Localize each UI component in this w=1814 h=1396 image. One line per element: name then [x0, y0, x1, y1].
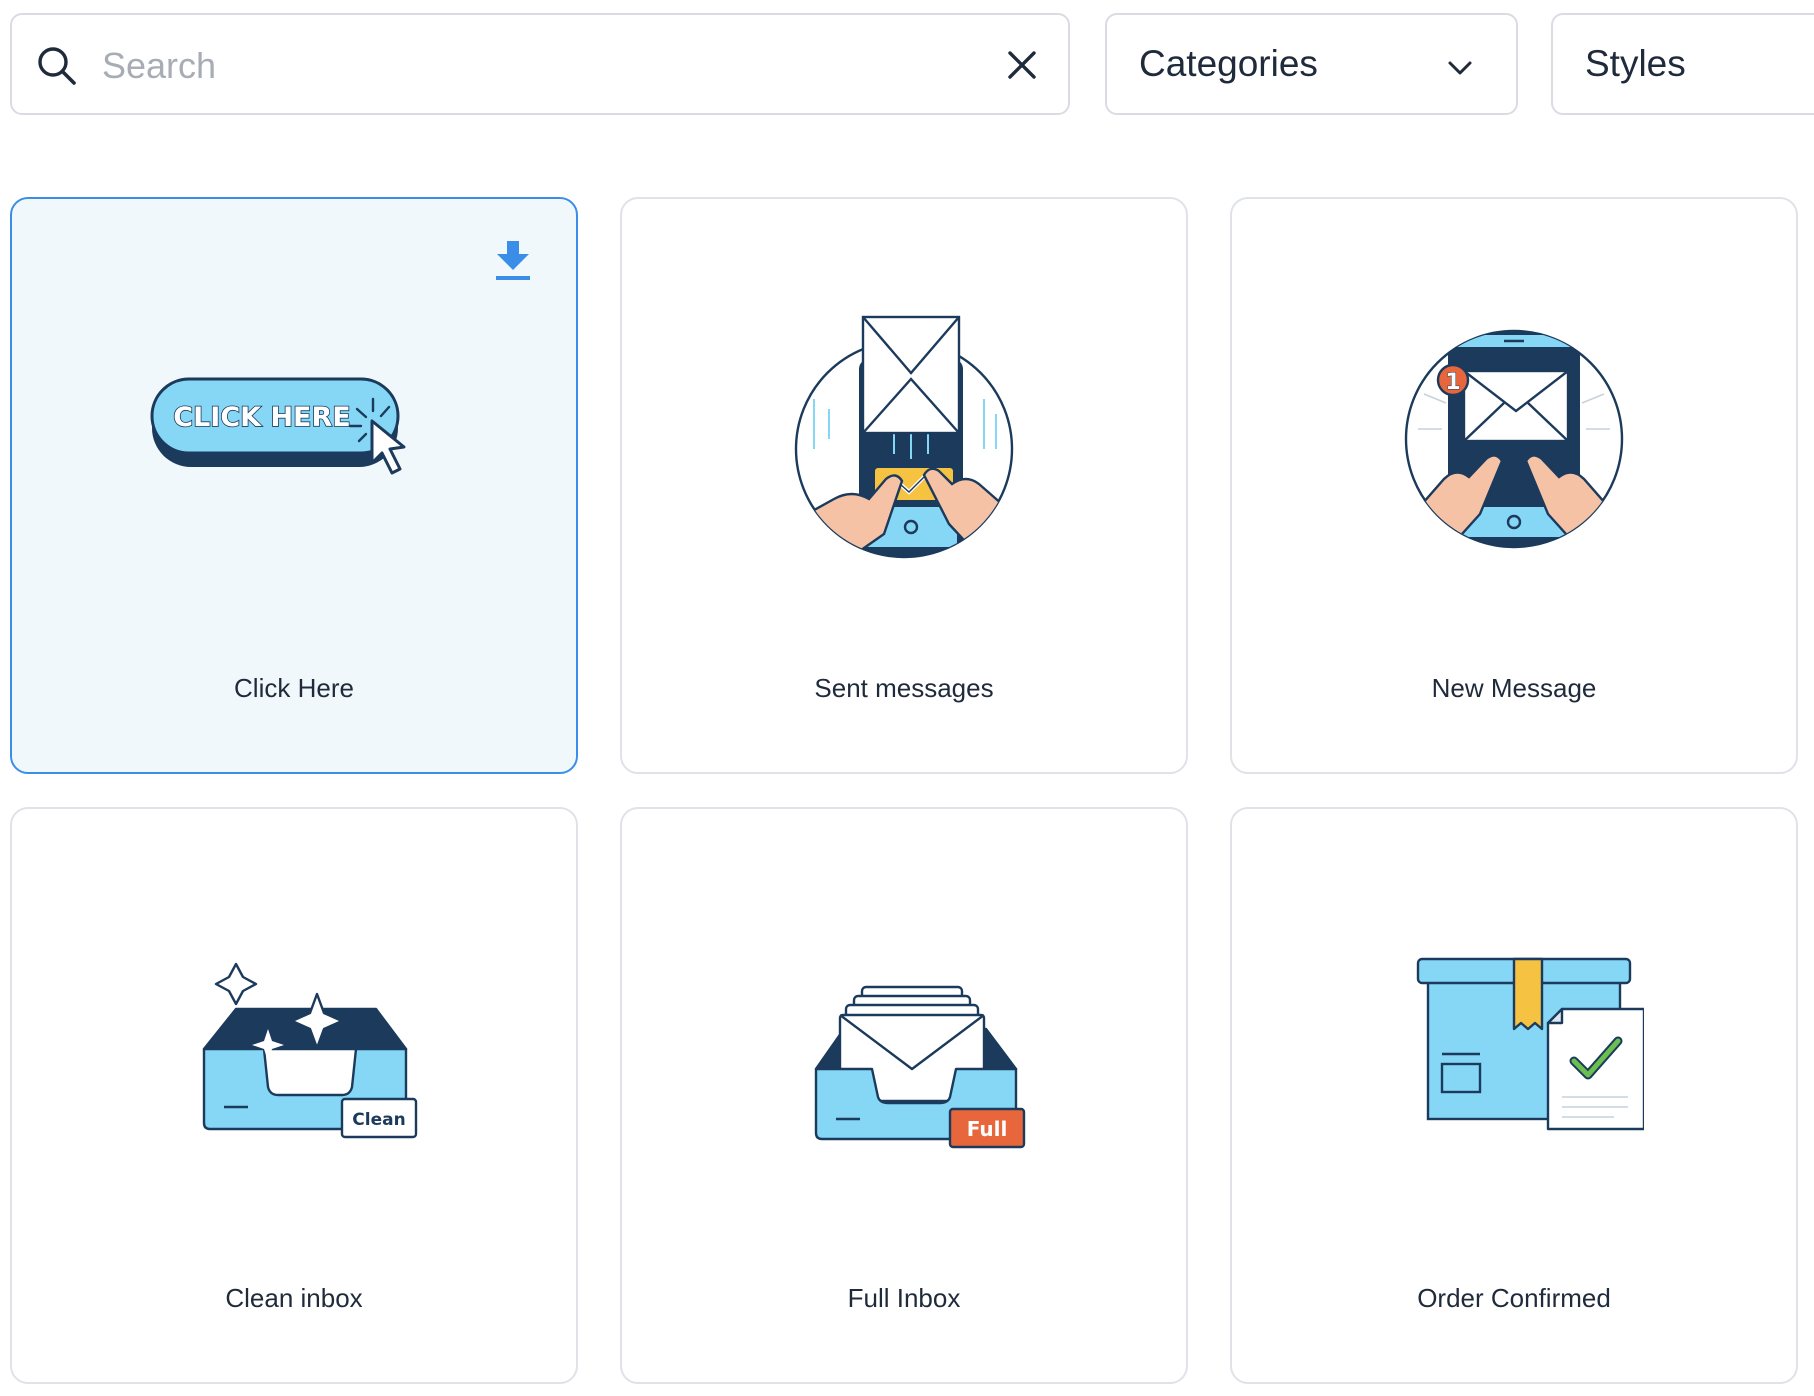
click-here-button-illustration: CLICK HERE: [150, 377, 406, 475]
new-message-illustration: 1: [1404, 329, 1624, 549]
search-box[interactable]: [10, 13, 1070, 115]
chevron-down-icon: [1448, 61, 1472, 75]
styles-dropdown[interactable]: Styles: [1551, 13, 1814, 115]
illustration-card-new-message[interactable]: 1 New Message: [1230, 197, 1798, 774]
illustration-card-clean-inbox[interactable]: Clean Clean inbox: [10, 807, 578, 1384]
new-message-badge: 1: [1445, 370, 1460, 395]
card-label: Order Confirmed: [1417, 1283, 1611, 1313]
search-input[interactable]: [100, 37, 964, 95]
card-label: Clean inbox: [225, 1283, 363, 1313]
full-tag: Full: [967, 1117, 1008, 1141]
illustration: [622, 199, 1186, 659]
illustration: CLICK HERE: [12, 199, 576, 659]
categories-dropdown[interactable]: Categories: [1105, 13, 1518, 115]
illustration: Full: [622, 809, 1186, 1269]
illustration-card-order-confirmed[interactable]: Order Confirmed: [1230, 807, 1798, 1384]
sent-messages-illustration: [794, 315, 1014, 559]
clean-tag: Clean: [352, 1110, 405, 1130]
illustration-card-click-here[interactable]: CLICK HERE Click Here: [10, 197, 578, 774]
categories-dropdown-label: Categories: [1139, 43, 1318, 84]
card-label: Full Inbox: [847, 1283, 961, 1313]
styles-dropdown-label: Styles: [1585, 43, 1686, 84]
filter-bar: Categories Styles: [0, 0, 1814, 130]
search-icon: [38, 47, 76, 85]
clean-inbox-illustration: Clean: [202, 962, 418, 1139]
card-label: Sent messages: [814, 673, 994, 703]
order-confirmed-illustration: [1416, 957, 1644, 1131]
illustration: 1: [1232, 199, 1796, 659]
illustration-card-sent-messages[interactable]: Sent messages: [620, 197, 1188, 774]
illustration-gallery-page: Categories Styles CLICK HERE: [0, 0, 1814, 1396]
illustration-card-full-inbox[interactable]: Full Full Inbox: [620, 807, 1188, 1384]
card-label: New Message: [1431, 673, 1597, 703]
close-icon[interactable]: [1002, 45, 1042, 85]
card-label: Click Here: [234, 673, 354, 703]
illustration: [1232, 809, 1796, 1269]
illustration: Clean: [12, 809, 576, 1269]
full-inbox-illustration: Full: [814, 985, 1026, 1149]
click-here-button-text: CLICK HERE: [173, 402, 350, 433]
